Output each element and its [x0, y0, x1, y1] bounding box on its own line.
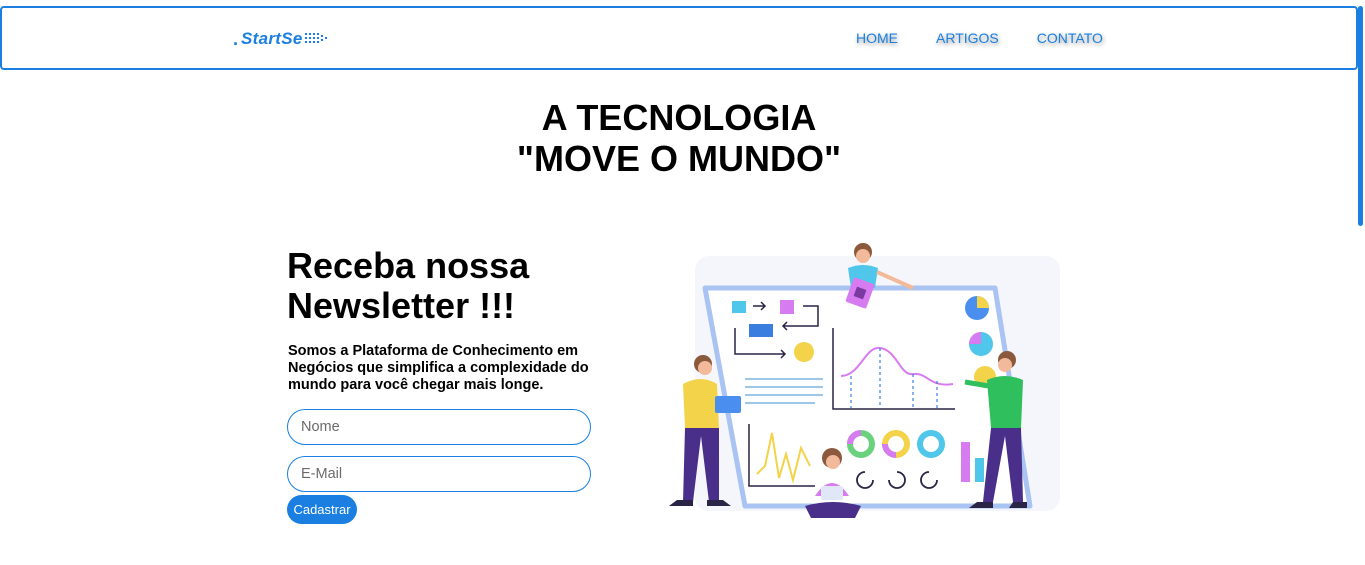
nav-artigos[interactable]: ARTIGOS — [936, 30, 999, 46]
team-data-analytics-illustration — [669, 243, 1060, 518]
startse-logo[interactable]: . StartSe — [233, 28, 333, 50]
logo-text: StartSe — [241, 29, 303, 48]
name-input[interactable] — [287, 409, 591, 445]
submit-button[interactable]: Cadastrar — [287, 495, 357, 524]
nav-home[interactable]: HOME — [856, 30, 898, 46]
newsletter-description: Somos a Plataforma de Conhecimento em Ne… — [288, 343, 589, 393]
newsletter-title-line1: Receba nossa — [287, 245, 530, 286]
newsletter-title-line2: Newsletter !!! — [287, 285, 516, 326]
email-input[interactable] — [287, 456, 591, 492]
newsletter-title: Receba nossa Newsletter !!! — [287, 246, 607, 326]
main-nav: HOME ARTIGOS CONTATO — [856, 30, 1141, 46]
hero-title-line1: A TECNOLOGIA — [541, 97, 817, 138]
nav-contato[interactable]: CONTATO — [1037, 30, 1103, 46]
logo-dot: . — [233, 29, 239, 49]
page-scrollbar[interactable] — [1358, 6, 1363, 226]
hero-title: A TECNOLOGIA "MOVE O MUNDO" — [0, 97, 1358, 179]
top-navbar: . StartSe HOME ARTIGOS CONTATO — [0, 6, 1358, 70]
hero-title-line2: "MOVE O MUNDO" — [516, 138, 842, 179]
chevron-arrow-icon — [304, 33, 327, 43]
